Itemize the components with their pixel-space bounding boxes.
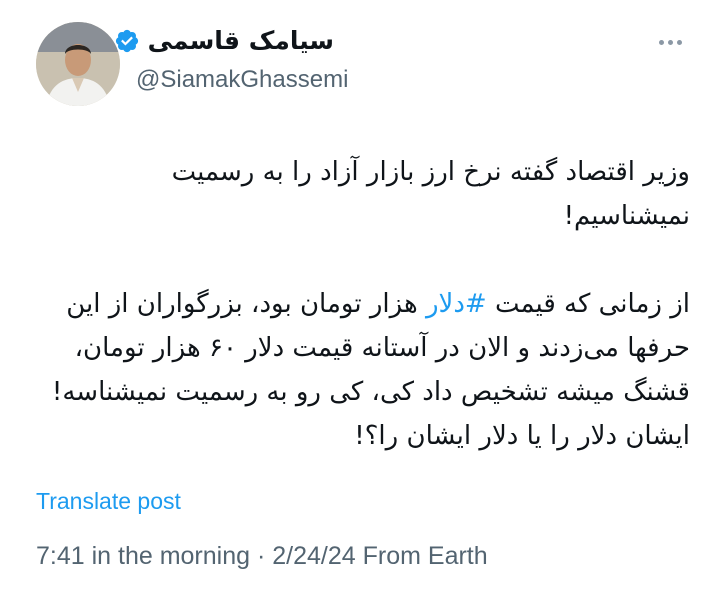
post-date[interactable]: 2/24/24 <box>272 542 355 570</box>
hashtag-link[interactable]: #دلار <box>426 289 487 319</box>
tweet-text: وزیر اقتصاد گفته نرخ ارز بازار آزاد را ب… <box>40 150 690 458</box>
more-options-icon[interactable] <box>650 30 690 54</box>
meta-separator: · <box>250 542 273 570</box>
verified-badge-icon <box>114 28 140 54</box>
author-display-name-row[interactable]: سیامک قاسمی <box>114 26 334 55</box>
post-metadata: 7:41 in the morning · 2/24/24 From Earth <box>36 542 488 571</box>
avatar[interactable] <box>36 22 120 106</box>
author-display-name[interactable]: سیامک قاسمی <box>148 26 334 55</box>
author-handle[interactable]: @SiamakGhassemi <box>136 66 348 94</box>
tweet-paragraph: وزیر اقتصاد گفته نرخ ارز بازار آزاد را ب… <box>171 157 690 231</box>
translate-post-link[interactable]: Translate post <box>36 488 181 515</box>
tweet-text-segment: از زمانی که قیمت <box>486 289 690 319</box>
tweet-paragraph: از زمانی که قیمت #دلار هزار تومان بود، ب… <box>40 282 690 458</box>
post-time[interactable]: 7:41 in the morning <box>36 542 250 570</box>
post-source: From Earth <box>355 542 488 570</box>
